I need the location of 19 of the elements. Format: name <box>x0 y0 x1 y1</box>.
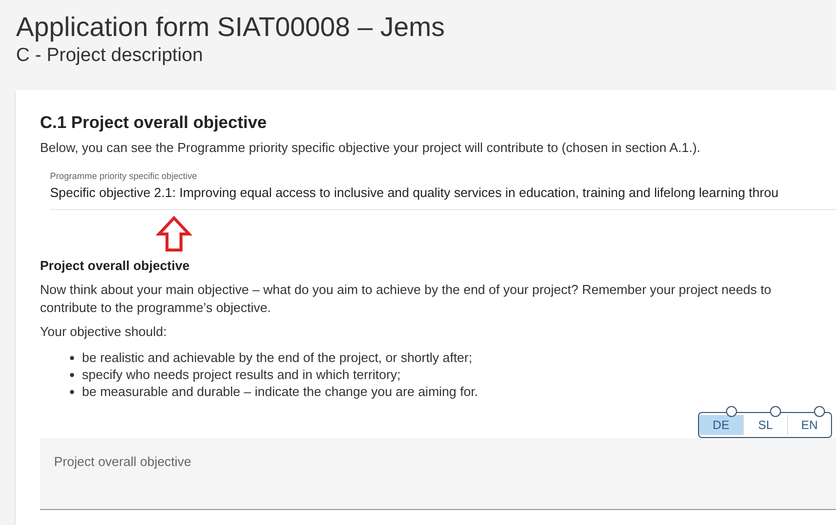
bullet-icon <box>70 372 74 376</box>
paragraph: Now think about your main objective – what do you aim to achieve by the end of your project? Remember your project needs to contribute to the programme’s objective. <box>40 281 772 317</box>
bullet-text: be measurable and durable – indicate the change you are aiming for. <box>82 383 478 400</box>
paragraph: Your objective should: <box>40 323 168 341</box>
section-heading: C.1 Project overall objective <box>40 112 268 134</box>
bullet-text: be realistic and achievable by the end of the project, or shortly after; <box>82 349 472 366</box>
intro-text: Below, you can see the Programme priority specific objective your project will contribute to (chosen in section A.1.). <box>40 139 702 157</box>
bullet-text: specify who needs project results and in which territory; <box>82 366 401 383</box>
textarea-field[interactable]: Project overall objective <box>40 438 836 510</box>
page-title: Application form SIAT00008 – Jems <box>16 11 446 44</box>
language-tab[interactable]: EN <box>787 415 831 435</box>
page-subtitle: C - Project description <box>16 44 204 68</box>
bullet-icon <box>70 356 74 360</box>
language-tab[interactable]: DE <box>699 415 743 435</box>
bullet-icon <box>70 390 74 394</box>
subheading: Project overall objective <box>40 256 191 275</box>
field-label: Programme priority specific objective <box>50 170 198 183</box>
field-value: Specific objective 2.1: Improving equal access to inclusive and quality services in education, training and lifelong learning throu <box>50 184 780 202</box>
arrow-icon <box>156 216 192 252</box>
